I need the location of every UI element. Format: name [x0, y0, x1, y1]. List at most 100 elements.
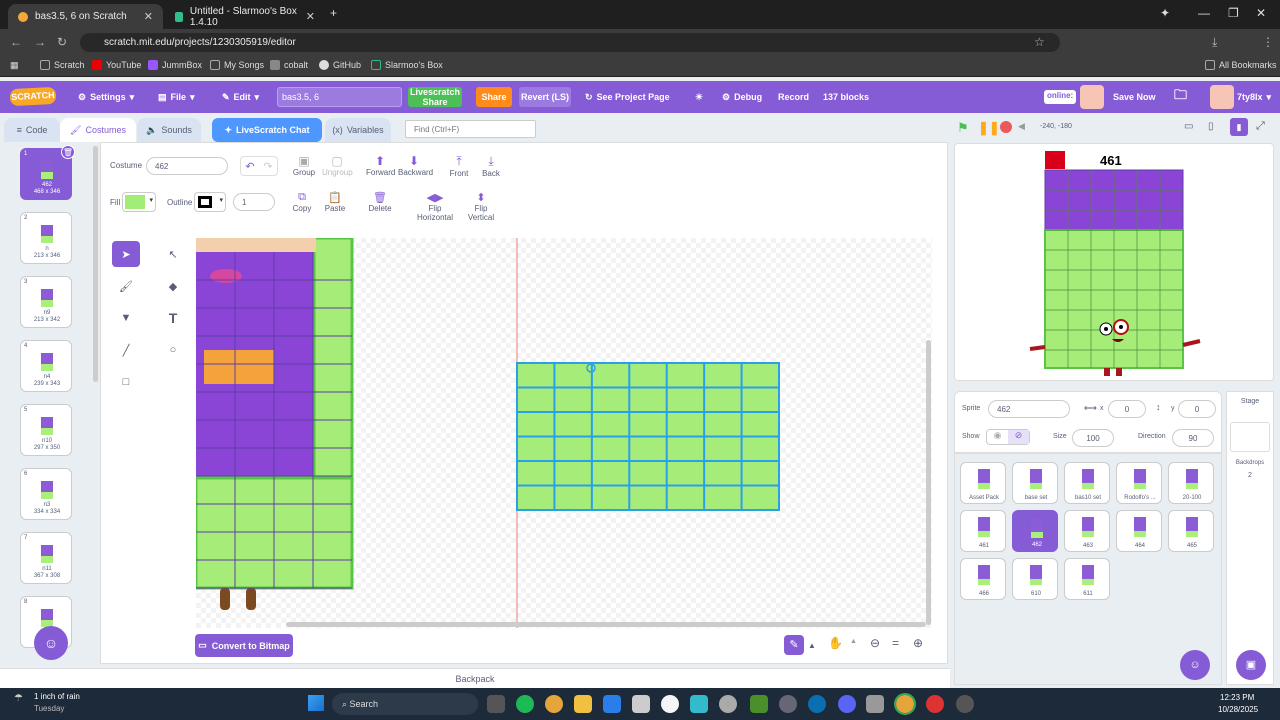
file-explorer-icon[interactable]	[574, 695, 592, 713]
sprite-item[interactable]: bas10 set	[1064, 462, 1110, 504]
large-stage-icon[interactable]: ▮	[1230, 118, 1248, 136]
project-title-input[interactable]: bas3.5, 6	[277, 87, 402, 107]
forward-button[interactable]: ⬆ Forward	[366, 154, 395, 177]
paste-button[interactable]: 📋 Paste	[322, 191, 348, 213]
costume-item[interactable]: 4 n4 239 x 343	[20, 340, 72, 392]
taskbar-search[interactable]: ⌕ Search	[332, 693, 478, 715]
tab-sounds[interactable]: 🔈 Sounds	[137, 118, 201, 142]
app-icon[interactable]	[690, 695, 708, 713]
notepad-icon[interactable]	[603, 695, 621, 713]
canvas-vertical-scrollbar[interactable]	[926, 340, 931, 625]
bookmark-star-icon[interactable]: ☆	[1034, 35, 1045, 49]
sprite-item[interactable]: 464	[1116, 510, 1162, 552]
front-button[interactable]: ⤒ Front	[448, 154, 470, 178]
app-icon[interactable]	[866, 695, 884, 713]
theme-toggle-icon[interactable]: ☀	[695, 81, 703, 113]
fullscreen-icon[interactable]: ⤢	[1256, 120, 1265, 133]
chrome-menu-icon[interactable]: ⋮	[1262, 35, 1274, 49]
task-view-icon[interactable]	[487, 695, 505, 713]
rectangle-tool-icon[interactable]: □	[112, 369, 140, 395]
costume-item[interactable]: 2 n 213 x 346	[20, 212, 72, 264]
zoom-out-icon[interactable]: ⊖	[870, 636, 880, 650]
select-tool-icon[interactable]: ➤	[112, 241, 140, 267]
convert-to-bitmap-button[interactable]: ▭ Convert to Bitmap	[195, 634, 293, 657]
livescratch-share-button[interactable]: Livescratch Share	[408, 87, 462, 107]
turbo-icon[interactable]: ◀	[1018, 121, 1025, 132]
my-stuff-folder-icon[interactable]: 🗀	[1174, 81, 1187, 113]
stage-thumbnail[interactable]	[1230, 422, 1270, 452]
avatar[interactable]	[1210, 85, 1234, 109]
sprite-item[interactable]: 462	[1012, 510, 1058, 552]
delete-costume-icon[interactable]: 🗑	[61, 145, 75, 159]
sprite-item[interactable]: 461	[960, 510, 1006, 552]
bookmark-youtube[interactable]: YouTube	[92, 60, 141, 70]
brush-mode-toggle[interactable]: ✎ ▲	[784, 634, 822, 656]
app-icon[interactable]	[779, 695, 797, 713]
eye-hidden-icon[interactable]: ⊘	[1008, 430, 1029, 444]
find-input[interactable]	[405, 120, 536, 138]
sprite-item[interactable]: Asset Pack	[960, 462, 1006, 504]
download-icon[interactable]: ⤓	[1212, 35, 1217, 50]
chrome-icon[interactable]	[545, 695, 563, 713]
weather-icon[interactable]: ☂	[14, 693, 23, 704]
all-bookmarks[interactable]: All Bookmarks	[1205, 60, 1277, 70]
chrome-active-icon[interactable]	[894, 693, 916, 715]
redo-icon[interactable]: ↷	[263, 160, 272, 173]
flip-horizontal-button[interactable]: ◀▶ Flip Horizontal	[412, 191, 458, 222]
new-tab-icon[interactable]: +	[330, 6, 337, 20]
sprite-item[interactable]: 466	[960, 558, 1006, 600]
tab-variables[interactable]: (x) Variables	[325, 118, 391, 142]
save-now-button[interactable]: Save Now	[1113, 81, 1156, 113]
costume-item[interactable]: 3 n9 213 x 342	[20, 276, 72, 328]
stop-icon[interactable]	[1000, 121, 1012, 133]
file-menu[interactable]: ▤ File ▾	[158, 81, 195, 113]
edit-menu[interactable]: ✎ Edit ▾	[222, 81, 259, 113]
pan-tool-icon[interactable]: ✋	[828, 636, 843, 650]
green-flag-icon[interactable]: ⚑	[957, 120, 969, 136]
bookmark-my-songs[interactable]: My Songs	[210, 60, 264, 70]
minimize-icon[interactable]: —	[1198, 6, 1210, 20]
ungroup-button[interactable]: ▢ Ungroup	[322, 154, 353, 177]
media-icon[interactable]	[661, 695, 679, 713]
line-tool-icon[interactable]: ╱	[112, 337, 140, 363]
app-icon[interactable]	[632, 695, 650, 713]
edge-icon[interactable]	[808, 695, 826, 713]
eye-visible-icon[interactable]: ◉	[987, 430, 1008, 444]
weather-text[interactable]: 1 inch of rain	[34, 692, 80, 701]
sprite-item[interactable]: base set	[1012, 462, 1058, 504]
copy-button[interactable]: ⧉ Copy	[290, 191, 314, 213]
share-button[interactable]: Share	[476, 87, 512, 107]
tab-costumes[interactable]: 🖌 Costumes	[60, 118, 136, 142]
flip-vertical-button[interactable]: ⬍ Flip Vertical	[462, 191, 500, 222]
direction-input[interactable]	[1172, 429, 1214, 447]
reload-icon[interactable]: ↻	[57, 35, 67, 49]
canvas-horizontal-scrollbar[interactable]	[286, 622, 926, 627]
sprite-item[interactable]: Rodolfo's ...	[1116, 462, 1162, 504]
sprite-item[interactable]: 463	[1064, 510, 1110, 552]
zoom-reset-icon[interactable]: =	[892, 636, 899, 650]
sprite-item[interactable]: 610	[1012, 558, 1058, 600]
forward-icon[interactable]: →	[34, 35, 46, 49]
size-input[interactable]	[1072, 429, 1114, 447]
group-button[interactable]: ▣ Group	[292, 154, 316, 177]
bookmark-github[interactable]: GitHub	[319, 60, 361, 70]
visibility-toggle[interactable]: ◉ ⊘	[986, 429, 1030, 445]
close-icon[interactable]: ✕	[306, 10, 315, 23]
add-backdrop-button[interactable]: ▣	[1236, 650, 1266, 680]
backpack-bar[interactable]: Backpack	[0, 668, 950, 688]
costume-item[interactable]: 1 462 468 x 346 🗑	[20, 145, 75, 200]
minecraft-icon[interactable]	[750, 695, 768, 713]
debug-button[interactable]: ⚙ Debug	[722, 81, 762, 113]
maximize-icon[interactable]: ❐	[1228, 6, 1239, 20]
discord-icon[interactable]	[838, 695, 856, 713]
settings-icon[interactable]	[956, 695, 974, 713]
undo-icon[interactable]: ↶	[245, 160, 254, 173]
circle-tool-icon[interactable]: ○	[159, 337, 187, 363]
bookmark-scratch[interactable]: Scratch	[40, 60, 85, 70]
costume-item[interactable]: 5 n10 297 x 350	[20, 404, 72, 456]
apps-icon[interactable]: ▦	[10, 60, 19, 71]
sprite-item[interactable]: 611	[1064, 558, 1110, 600]
zoom-in-icon[interactable]: ⊕	[913, 636, 923, 650]
sprite-item[interactable]: 20-100	[1168, 462, 1214, 504]
tab-code[interactable]: ≡ Code	[4, 118, 60, 142]
